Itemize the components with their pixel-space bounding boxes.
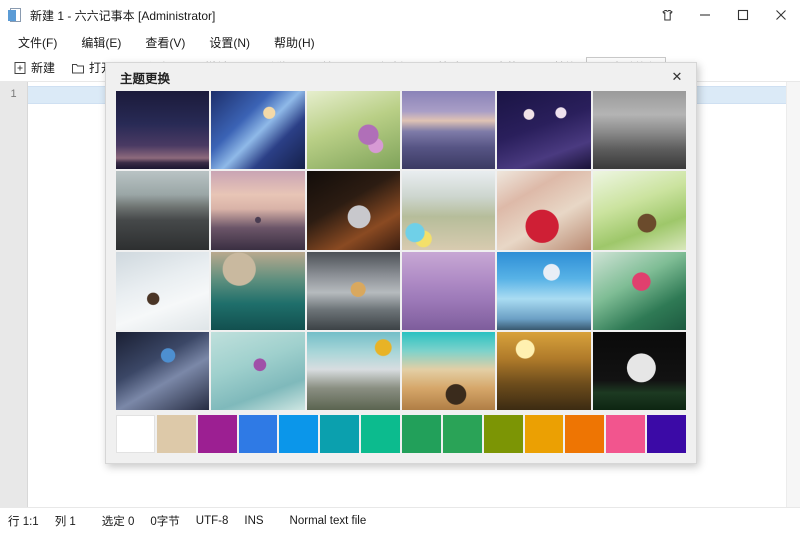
theme-thumbnail[interactable] [497, 91, 591, 170]
swatch-green[interactable] [442, 415, 482, 453]
desert-car-wallpaper [402, 331, 496, 410]
theme-thumbnail-grid [116, 91, 686, 410]
anime-knight-wallpaper [211, 91, 305, 170]
theme-thumbnail[interactable] [497, 251, 591, 330]
pink-flower-wallpaper [592, 251, 686, 330]
menu-view[interactable]: 查看(V) [133, 32, 197, 53]
anime-twins-wallpaper [497, 91, 591, 170]
purple-blossom-wallpaper [306, 91, 400, 170]
close-icon[interactable] [762, 0, 800, 30]
swatch-orange[interactable] [565, 415, 605, 453]
menu-edit[interactable]: 编辑(E) [69, 32, 133, 53]
status-bytes: 0字节 [150, 515, 180, 528]
minimize-icon[interactable] [686, 0, 724, 30]
dew-grass-wallpaper [211, 251, 305, 330]
theme-shirt-icon[interactable] [648, 0, 686, 30]
theme-thumbnail[interactable] [211, 251, 305, 330]
swatch-tan[interactable] [156, 415, 196, 453]
theme-thumbnail[interactable] [402, 251, 496, 330]
swatch-pink[interactable] [606, 415, 646, 453]
theme-thumbnail[interactable] [116, 331, 210, 410]
swatch-light-blue[interactable] [279, 415, 319, 453]
theme-thumbnail[interactable] [592, 91, 686, 170]
theme-thumbnail[interactable] [211, 171, 305, 250]
theme-thumbnail[interactable] [402, 91, 496, 170]
swatch-amber[interactable] [524, 415, 564, 453]
window-controls [648, 0, 800, 30]
status-encoding[interactable]: UTF-8 [196, 515, 229, 527]
notepad-window: 新建 1 - 六六记事本 [Administrator] 文件(F) 编辑(E)… [0, 0, 800, 533]
swatch-white[interactable] [116, 415, 155, 453]
anime-sky-girl-wallpaper [497, 251, 591, 330]
purple-stalk-wallpaper [211, 331, 305, 410]
status-position: 行 1:1 [8, 515, 39, 528]
vertical-scrollbar[interactable] [786, 82, 800, 507]
swatch-green-teal[interactable] [361, 415, 400, 453]
dialog-close-icon[interactable]: ✕ [662, 65, 692, 89]
swatch-blue[interactable] [238, 415, 278, 453]
theme-thumbnail[interactable] [592, 331, 686, 410]
title-bar: 新建 1 - 六六记事本 [Administrator] [0, 0, 800, 30]
toolbar-new-button[interactable]: 新建 [6, 57, 62, 79]
theme-thumbnail[interactable] [402, 331, 496, 410]
status-insert-mode[interactable]: INS [244, 515, 263, 527]
theme-thumbnail[interactable] [116, 251, 210, 330]
theme-change-dialog: 主题更换 ✕ [105, 62, 697, 464]
swatch-magenta[interactable] [197, 415, 237, 453]
theme-color-swatch-row [116, 415, 686, 453]
snow-figurine-wallpaper [116, 251, 210, 330]
theme-thumbnail[interactable] [306, 251, 400, 330]
theme-thumbnail[interactable] [497, 331, 591, 410]
swatch-olive[interactable] [483, 415, 523, 453]
swatch-indigo[interactable] [647, 415, 686, 453]
cat-moon-wallpaper [592, 331, 686, 410]
theme-thumbnail[interactable] [306, 91, 400, 170]
menu-help[interactable]: 帮助(H) [262, 32, 327, 53]
line-number: 1 [10, 88, 17, 100]
dialog-title: 主题更换 [120, 71, 171, 86]
plush-toy-grass-wallpaper [592, 171, 686, 250]
theme-thumbnail[interactable] [497, 171, 591, 250]
notepad-icon [8, 7, 24, 23]
theme-thumbnail[interactable] [116, 171, 210, 250]
menu-bar: 文件(F) 编辑(E) 查看(V) 设置(N) 帮助(H) [0, 30, 800, 54]
folder-open-icon [71, 61, 85, 75]
theme-thumbnail[interactable] [592, 171, 686, 250]
theme-thumbnail[interactable] [306, 171, 400, 250]
theme-thumbnail[interactable] [116, 91, 210, 170]
status-selected: 选定 0 [101, 515, 135, 528]
status-filetype[interactable]: Normal text file [290, 515, 367, 527]
twilight-sky-wallpaper [116, 91, 210, 170]
theme-thumbnail[interactable] [211, 91, 305, 170]
danbo-robot-wallpaper [306, 251, 400, 330]
mountain-balloon-wallpaper [306, 331, 400, 410]
motorcycle-road-wallpaper [116, 171, 210, 250]
theme-thumbnail[interactable] [592, 251, 686, 330]
butterfly-metal-wallpaper [116, 331, 210, 410]
menu-settings[interactable]: 设置(N) [197, 32, 262, 53]
window-title: 新建 1 - 六六记事本 [Administrator] [30, 8, 216, 23]
toolbar-new-label: 新建 [31, 61, 56, 75]
dialog-header: 主题更换 ✕ [106, 63, 696, 91]
dialog-body [106, 91, 696, 463]
menu-file[interactable]: 文件(F) [6, 32, 69, 53]
status-bar: 行 1:1 列 1 选定 0 0字节 UTF-8 INS Normal text… [0, 507, 800, 533]
new-file-icon [13, 61, 27, 75]
eiffel-tower-wallpaper [211, 171, 305, 250]
red-dress-woman-wallpaper [497, 171, 591, 250]
girl-balloons-wallpaper [402, 171, 496, 250]
vintage-camera-wallpaper [306, 171, 400, 250]
theme-thumbnail[interactable] [402, 171, 496, 250]
status-column: 列 1 [54, 515, 76, 528]
maximize-icon[interactable] [724, 0, 762, 30]
wisteria-wallpaper [402, 251, 496, 330]
swatch-emerald[interactable] [402, 415, 441, 453]
theme-thumbnail[interactable] [211, 331, 305, 410]
grayscale-pier-wallpaper [592, 91, 686, 170]
lavender-seascape-wallpaper [402, 91, 496, 170]
theme-thumbnail[interactable] [306, 331, 400, 410]
swatch-teal[interactable] [320, 415, 360, 453]
line-number-gutter: 1 [0, 82, 28, 507]
wheat-sunset-wallpaper [497, 331, 591, 410]
